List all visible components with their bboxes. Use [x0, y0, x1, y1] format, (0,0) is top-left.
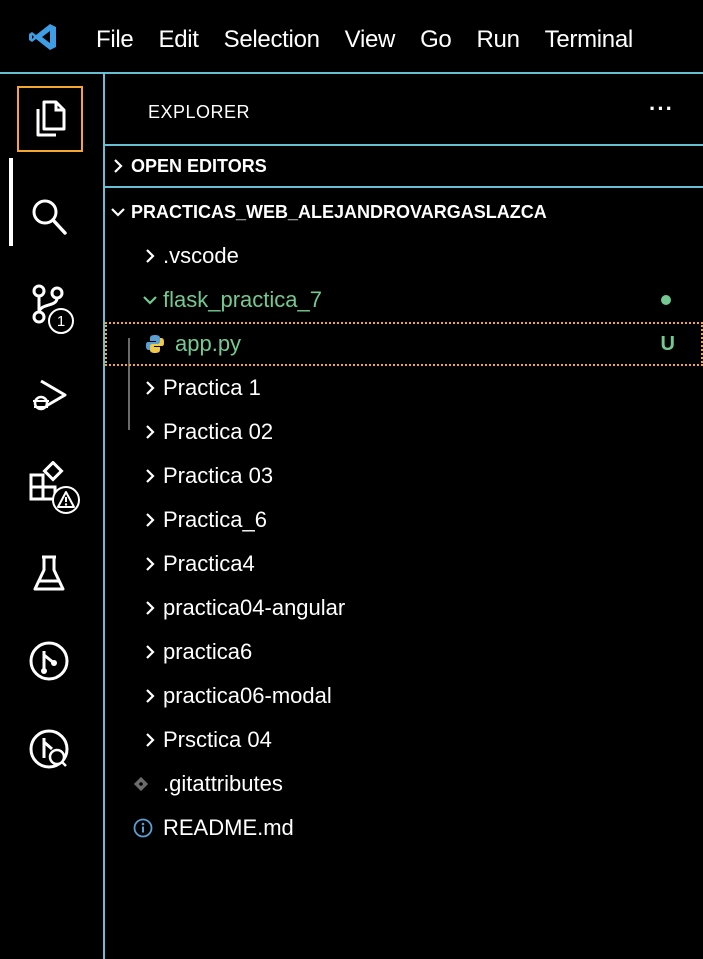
activity-bar: 1 [0, 74, 105, 959]
testing-icon [33, 555, 65, 591]
active-indicator [9, 158, 13, 246]
title-bar: File Edit Selection View Go Run Terminal [0, 0, 703, 74]
menu-bar: File Edit Selection View Go Run Terminal [96, 26, 658, 54]
open-editors-label: OPEN EDITORS [131, 155, 267, 176]
more-actions-button[interactable]: ··· [649, 96, 674, 122]
workspace-root-label: PRACTICAS_WEB_ALEJANDROVARGASLAZCA [131, 201, 547, 222]
tree-item-label: .gitattributes [163, 771, 283, 796]
git-file-icon [133, 776, 163, 792]
modified-dot-icon [661, 295, 671, 305]
tree-item-app-py[interactable]: app.py U [105, 322, 703, 366]
search-button[interactable] [18, 186, 80, 248]
extensions-button[interactable] [18, 452, 80, 514]
run-debug-button[interactable] [18, 364, 80, 426]
remote-explorer-icon [29, 729, 69, 769]
chevron-right-icon [137, 645, 163, 659]
tree-item-practica-02[interactable]: Practica 02 [105, 410, 703, 454]
tree-item-vscode[interactable]: .vscode [105, 234, 703, 278]
tree-item-label: Practica 1 [163, 375, 261, 400]
tree-item-practica06-modal[interactable]: practica06-modal [105, 674, 703, 718]
source-control-badge: 1 [48, 308, 74, 334]
tree-item-label: .vscode [163, 243, 239, 268]
tree-item-label: Prsctica 04 [163, 727, 272, 752]
explorer-title: EXPLORER [148, 102, 251, 122]
tree-item-label: flask_practica_7 [163, 287, 322, 312]
search-icon [32, 199, 67, 235]
chevron-right-icon [137, 469, 163, 483]
tree-item-practica-1[interactable]: Practica 1 [105, 366, 703, 410]
tree-item-flask-practica-7[interactable]: flask_practica_7 [105, 278, 703, 322]
git-graph-icon [29, 641, 69, 681]
source-control-button[interactable]: 1 [18, 274, 80, 336]
tree-item-practica-03[interactable]: Practica 03 [105, 454, 703, 498]
menu-edit[interactable]: Edit [158, 26, 198, 54]
vscode-logo-icon [29, 24, 56, 50]
remote-explorer-button[interactable] [18, 718, 80, 780]
tree-item-label: README.md [163, 815, 294, 840]
tree-item-readme[interactable]: README.md [105, 806, 703, 850]
tree-item-gitattributes[interactable]: .gitattributes [105, 762, 703, 806]
tree-item-label: Practica 03 [163, 463, 274, 488]
menu-terminal[interactable]: Terminal [545, 26, 634, 54]
chevron-right-icon [137, 689, 163, 703]
tree-item-practica-6-underscore[interactable]: Practica_6 [105, 498, 703, 542]
chevron-down-icon [137, 294, 163, 306]
tree-item-practica6[interactable]: practica6 [105, 630, 703, 674]
explorer-panel: EXPLORER ··· OPEN EDITORS PRACTICAS_WEB_… [105, 74, 703, 959]
warning-icon [52, 486, 80, 514]
chevron-right-icon [137, 513, 163, 527]
files-icon [36, 100, 66, 137]
chevron-right-icon [137, 557, 163, 571]
tree-item-label: Practica4 [163, 551, 255, 576]
chevron-right-icon [137, 381, 163, 395]
python-file-icon [145, 334, 175, 354]
menu-selection[interactable]: Selection [224, 26, 320, 54]
info-icon [133, 818, 163, 838]
tree-item-prsctica-04[interactable]: Prsctica 04 [105, 718, 703, 762]
run-debug-icon [33, 379, 67, 411]
chevron-down-icon [105, 206, 131, 218]
menu-view[interactable]: View [345, 26, 396, 54]
testing-button[interactable] [18, 542, 80, 604]
menu-file[interactable]: File [96, 26, 134, 54]
tree-item-label: practica6 [163, 639, 253, 664]
untracked-badge: U [660, 332, 675, 355]
tree-item-label: app.py [175, 331, 242, 356]
tree-item-label: Practica 02 [163, 419, 274, 444]
chevron-right-icon [137, 249, 163, 263]
explorer-button[interactable] [17, 86, 83, 152]
workspace-root-section[interactable]: PRACTICAS_WEB_ALEJANDROVARGASLAZCA [105, 190, 703, 234]
tree-item-label: practica06-modal [163, 683, 332, 708]
chevron-right-icon [105, 159, 131, 173]
menu-run[interactable]: Run [476, 26, 519, 54]
tree-item-label: Practica_6 [163, 507, 267, 532]
tree-item-practica04-angular[interactable]: practica04-angular [105, 586, 703, 630]
chevron-right-icon [137, 425, 163, 439]
chevron-right-icon [137, 733, 163, 747]
tree-item-label: practica04-angular [163, 595, 346, 620]
git-graph-button[interactable] [18, 630, 80, 692]
menu-go[interactable]: Go [420, 26, 452, 54]
tree-item-practica4[interactable]: Practica4 [105, 542, 703, 586]
open-editors-section[interactable]: OPEN EDITORS [105, 144, 703, 188]
chevron-right-icon [137, 601, 163, 615]
